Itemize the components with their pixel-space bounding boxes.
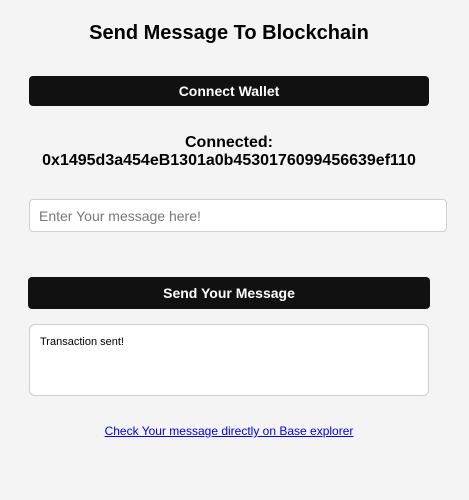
connect-wallet-button[interactable]: Connect Wallet xyxy=(29,76,429,106)
page-title: Send Message To Blockchain xyxy=(89,22,369,44)
wallet-address: 0x1495d3a454eB1301a0b4530176099456639ef1… xyxy=(42,152,416,169)
send-message-button[interactable]: Send Your Message xyxy=(28,277,430,309)
explorer-link[interactable]: Check Your message directly on Base expl… xyxy=(0,424,458,438)
connected-label: Connected: xyxy=(185,134,273,151)
page: Send Message To Blockchain Connect Walle… xyxy=(0,0,469,500)
status-text: Transaction sent! xyxy=(40,336,124,348)
status-box: Transaction sent! xyxy=(29,324,429,396)
connection-status: Connected: 0x1495d3a454eB1301a0b45301760… xyxy=(0,134,458,170)
message-input[interactable] xyxy=(29,199,447,232)
